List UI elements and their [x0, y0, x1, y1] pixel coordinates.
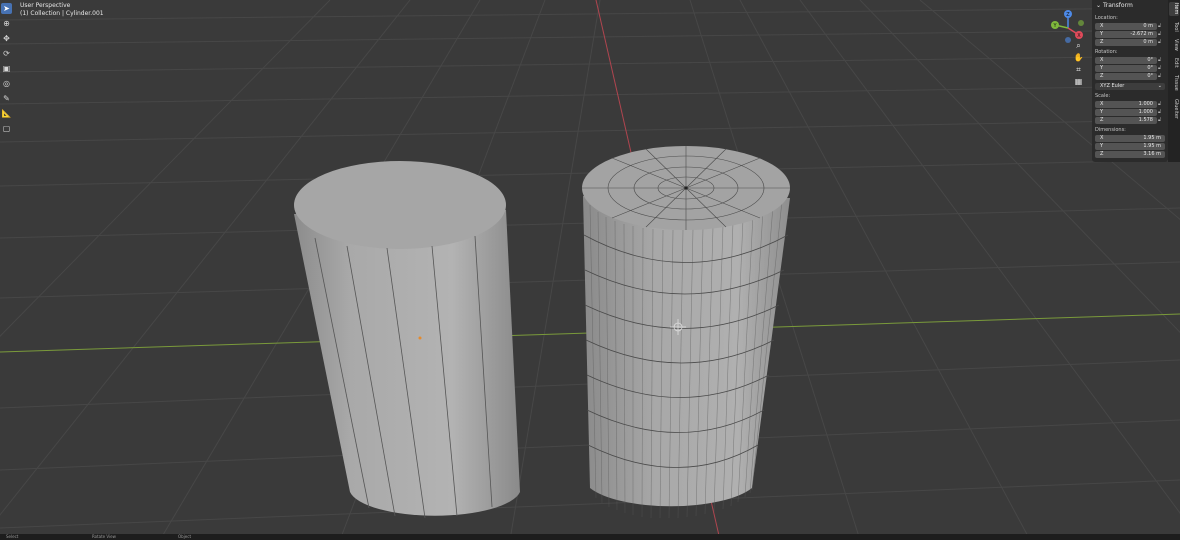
transform-section-header[interactable]: ⌄ Transform	[1096, 2, 1133, 9]
dimensions-x-field[interactable]: X 1.95 m	[1095, 135, 1165, 142]
status-rotate-view: Rotate View	[92, 534, 116, 539]
tab-item[interactable]: Item	[1169, 2, 1179, 16]
scale-x-field[interactable]: X 1.000	[1095, 101, 1157, 108]
view-name-label: User Perspective	[20, 2, 71, 9]
lock-icon[interactable]: 🔓︎	[1158, 117, 1161, 123]
cylinder-high-poly	[582, 146, 790, 519]
rotation-z-field[interactable]: Z 0°	[1095, 73, 1157, 80]
viewport-scene	[0, 0, 1180, 540]
lock-icon[interactable]: 🔓︎	[1158, 39, 1161, 45]
transform-tool[interactable]: ◎	[1, 78, 12, 89]
lock-icon[interactable]: 🔓︎	[1158, 57, 1161, 63]
scale-y-field[interactable]: Y 1.000	[1095, 109, 1157, 116]
move-tool[interactable]: ✥	[1, 33, 12, 44]
hand-pan-icon[interactable]: ✋	[1073, 52, 1084, 63]
rotation-mode-select[interactable]: XYZ Euler ⌄	[1095, 83, 1165, 90]
collection-object-label: (1) Collection | Cylinder.001	[20, 10, 104, 17]
status-object: Object	[178, 534, 192, 539]
lock-icon[interactable]: 🔓︎	[1158, 109, 1161, 115]
lock-icon[interactable]: 🔓︎	[1158, 23, 1161, 29]
lock-icon[interactable]: 🔓︎	[1158, 65, 1161, 71]
dimensions-z-field[interactable]: Z 3.16 m	[1095, 151, 1165, 158]
zoom-icon[interactable]: ⌕	[1073, 40, 1084, 51]
tab-tool[interactable]: Tool	[1169, 20, 1179, 34]
gizmo-z-label: Z	[1066, 12, 1070, 18]
rotation-y-field[interactable]: Y 0°	[1095, 65, 1157, 72]
rotation-label: Rotation:	[1095, 49, 1118, 55]
tab-tissue[interactable]: Tissue	[1169, 74, 1179, 92]
rotate-tool[interactable]: ⟳	[1, 48, 12, 59]
chevron-down-icon: ⌄	[1157, 83, 1162, 89]
chevron-down-icon: ⌄	[1096, 2, 1102, 9]
tool-shelf: ➤ ⊕ ✥ ⟳ ▣ ◎ ✎ 📐 ▢	[0, 0, 13, 140]
sidebar-n-panel: ⌄ Transform Location: X0 m 🔓︎ Y -2.672 m …	[1092, 0, 1168, 162]
location-label: Location:	[1095, 15, 1118, 21]
dimensions-label: Dimensions:	[1095, 127, 1126, 133]
add-cube-tool[interactable]: ▢	[1, 123, 12, 134]
cylinder-low-poly	[294, 161, 520, 519]
3d-viewport[interactable]: User Perspective (1) Collection | Cylind…	[0, 0, 1180, 540]
tab-view[interactable]: View	[1169, 38, 1179, 52]
tab-glueiter[interactable]: Glueiter	[1169, 96, 1179, 122]
location-x-field[interactable]: X0 m	[1095, 23, 1157, 30]
lock-icon[interactable]: 🔓︎	[1158, 73, 1161, 79]
camera-icon[interactable]: ⌗	[1073, 64, 1084, 75]
status-select: Select	[6, 534, 19, 539]
gizmo-x-label: X	[1077, 33, 1081, 39]
cursor-tool[interactable]: ⊕	[1, 18, 12, 29]
scale-tool[interactable]: ▣	[1, 63, 12, 74]
select-tool[interactable]: ➤	[1, 3, 12, 14]
annotate-tool[interactable]: ✎	[1, 93, 12, 104]
location-z-field[interactable]: Z0 m	[1095, 39, 1157, 46]
scale-label: Scale:	[1095, 93, 1111, 99]
grid-perspective-icon[interactable]: ▦	[1073, 76, 1084, 87]
sidebar-tabs: Item Tool View Edit Tissue Glueiter	[1168, 0, 1180, 162]
location-y-field[interactable]: Y -2.672 m	[1095, 31, 1157, 38]
transform-title: Transform	[1102, 2, 1133, 9]
scale-z-field[interactable]: Z 1.578	[1095, 117, 1157, 124]
status-bar: Select Rotate View Object	[0, 534, 1180, 540]
lock-icon[interactable]: 🔓︎	[1158, 31, 1161, 37]
tab-edit[interactable]: Edit	[1169, 56, 1179, 70]
rotation-x-field[interactable]: X 0°	[1095, 57, 1157, 64]
lock-icon[interactable]: 🔓︎	[1158, 101, 1161, 107]
dimensions-y-field[interactable]: Y 1.95 m	[1095, 143, 1165, 150]
measure-tool[interactable]: 📐	[1, 108, 12, 119]
